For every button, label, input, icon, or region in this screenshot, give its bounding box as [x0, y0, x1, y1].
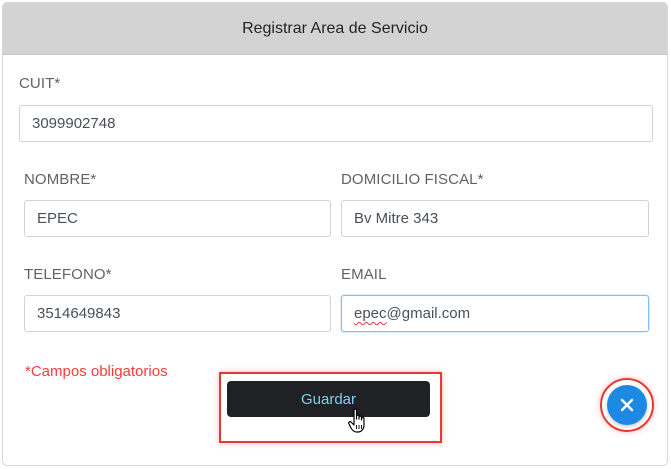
- email-value: epec@gmail.com: [354, 305, 470, 322]
- save-button[interactable]: Guardar: [227, 381, 430, 417]
- close-icon: [620, 398, 634, 412]
- domicilio-label: DOMICILIO FISCAL*: [341, 171, 484, 188]
- telefono-label: TELEFONO*: [24, 266, 112, 283]
- hand-pointer-icon: [348, 408, 365, 433]
- telefono-input[interactable]: 3514649843: [24, 295, 331, 332]
- cuit-value: 3099902748: [32, 115, 116, 132]
- dialog-header: Registrar Area de Servicio: [3, 3, 667, 55]
- nombre-label: NOMBRE*: [24, 171, 97, 188]
- save-button-label: Guardar: [300, 390, 357, 408]
- domicilio-input[interactable]: Bv Mitre 343: [341, 200, 649, 237]
- nombre-input[interactable]: EPEC: [24, 200, 331, 237]
- email-label: EMAIL: [341, 266, 387, 283]
- close-button[interactable]: [607, 385, 647, 425]
- telefono-value: 3514649843: [37, 305, 121, 322]
- required-fields-note: *Campos obligatorios: [25, 363, 168, 380]
- cuit-label: CUIT*: [19, 75, 61, 92]
- email-input[interactable]: epec@gmail.com: [341, 295, 649, 332]
- dialog-title: Registrar Area de Servicio: [242, 19, 428, 37]
- email-value-prefix: epec: [354, 305, 387, 322]
- nombre-value: EPEC: [37, 210, 78, 227]
- cuit-input[interactable]: 3099902748: [19, 105, 653, 142]
- email-value-suffix: @gmail.com: [386, 305, 471, 322]
- domicilio-value: Bv Mitre 343: [354, 210, 439, 227]
